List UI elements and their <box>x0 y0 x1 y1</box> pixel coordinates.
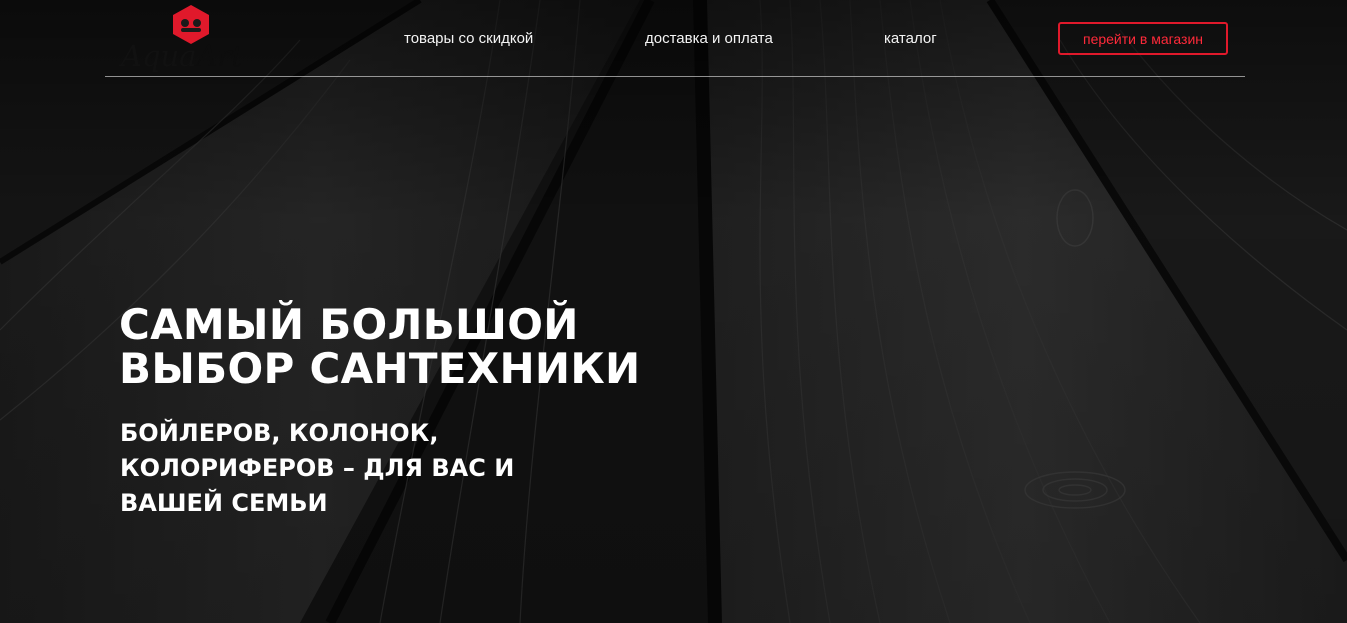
hero-section: AquaArt товары со скидкой доставка и опл… <box>0 0 1347 623</box>
nav-item-discounts[interactable]: товары со скидкой <box>404 30 533 47</box>
hero-headline: САМЫЙ БОЛЬШОЙ ВЫБОР САНТЕХНИКИ <box>119 303 640 391</box>
aquaart-logo[interactable]: AquaArt <box>119 3 265 75</box>
logo-text-aqua: Aqua <box>121 39 197 73</box>
nav-item-delivery[interactable]: доставка и оплата <box>645 30 773 47</box>
hero-subheadline-line1: БОЙЛЕРОВ, КОЛОНОК, <box>120 419 439 447</box>
logo-wordmark: AquaArt <box>121 39 243 73</box>
hero-subheadline: БОЙЛЕРОВ, КОЛОНОК, КОЛОРИФЕРОВ – ДЛЯ ВАС… <box>120 416 514 521</box>
hero-subheadline-line3: ВАШЕЙ СЕМЬИ <box>120 489 328 517</box>
go-to-shop-button[interactable]: перейти в магазин <box>1058 22 1228 55</box>
logo-text-art: Art <box>196 39 243 73</box>
nav-item-catalog[interactable]: каталог <box>884 30 937 47</box>
hero-subheadline-line2: КОЛОРИФЕРОВ – ДЛЯ ВАС И <box>120 454 515 482</box>
hero-headline-line2: ВЫБОР САНТЕХНИКИ <box>119 344 641 393</box>
hero-headline-line1: САМЫЙ БОЛЬШОЙ <box>119 300 579 349</box>
site-header: AquaArt товары со скидкой доставка и опл… <box>105 0 1245 77</box>
